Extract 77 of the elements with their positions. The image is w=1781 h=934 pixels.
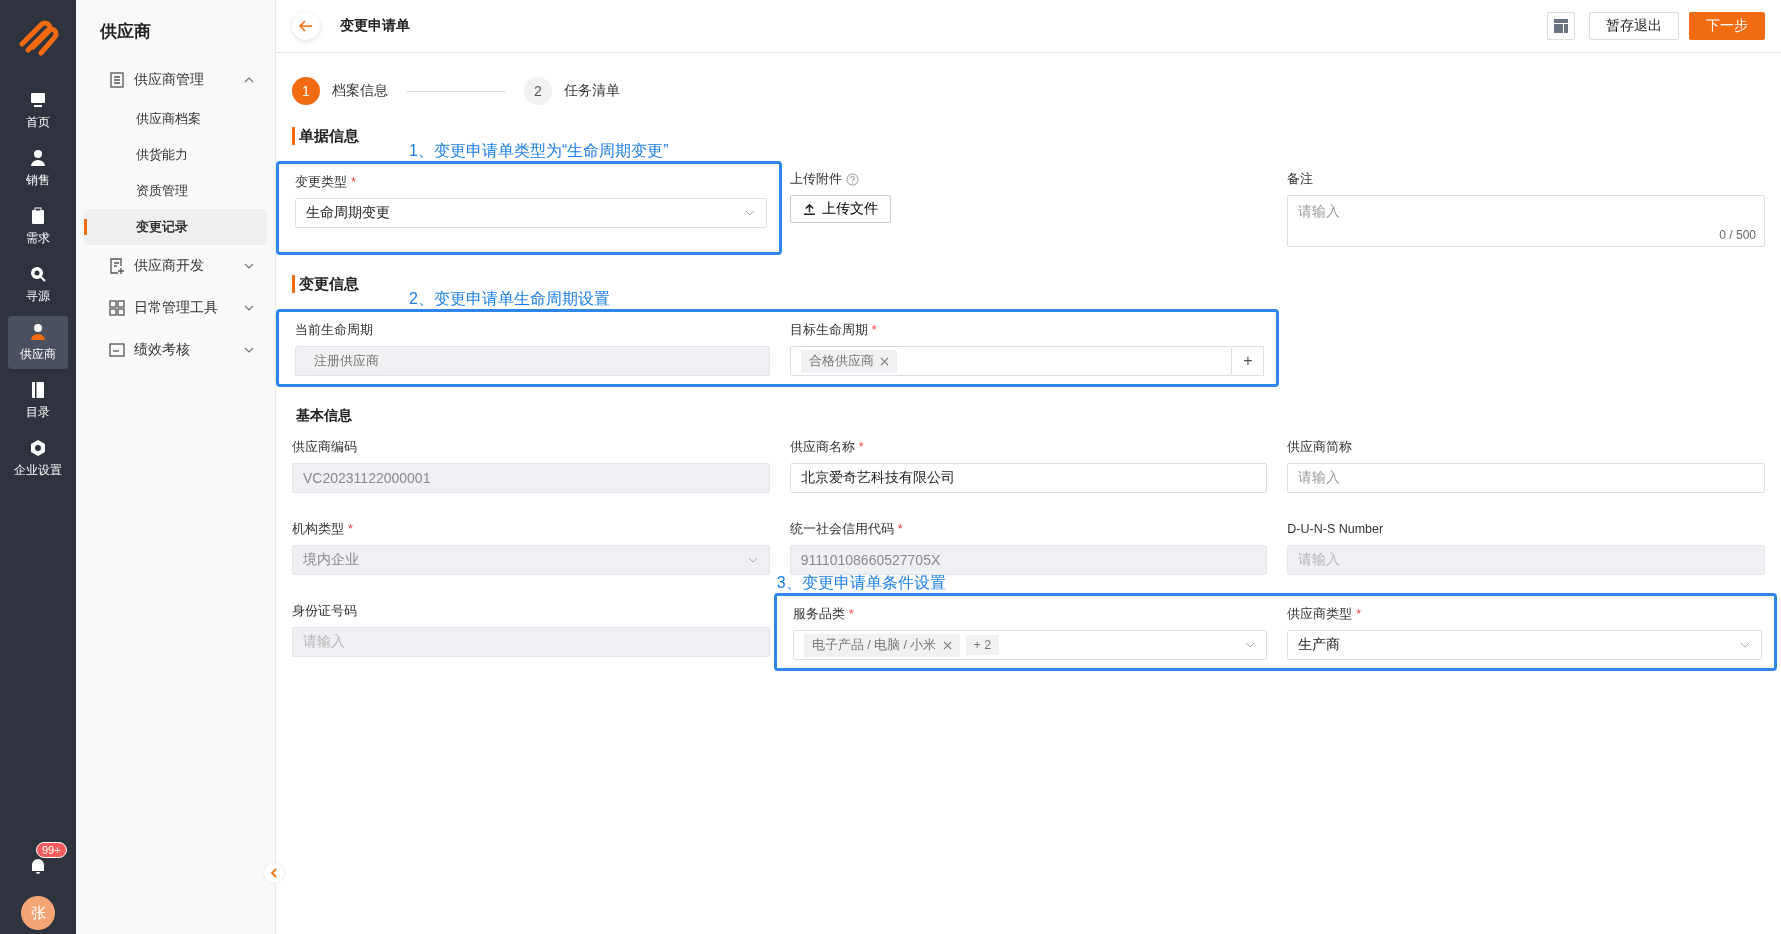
layout-button[interactable] — [1547, 12, 1575, 40]
step-label[interactable]: 档案信息 — [332, 82, 388, 100]
nav-item[interactable]: 企业设置 — [8, 432, 68, 485]
nav-icon — [28, 90, 48, 110]
step-label[interactable]: 任务清单 — [564, 82, 620, 100]
select-field[interactable]: 生产商 — [1287, 630, 1762, 660]
required-mark: * — [348, 522, 353, 536]
field-label: 供应商名称 — [789, 438, 855, 456]
required-mark: * — [351, 175, 356, 189]
field-label: 目标生命周期 — [789, 321, 868, 339]
step-number: 1 — [292, 77, 320, 105]
chevron-left-icon — [268, 867, 280, 879]
back-button[interactable] — [292, 12, 320, 40]
menu-icon — [108, 299, 126, 317]
tag: 合格供应商 — [800, 349, 897, 373]
sidebar-item[interactable]: 资质管理 — [84, 173, 267, 209]
select-field[interactable]: 电子产品 / 电脑 / 小米 + 2 — [792, 630, 1268, 660]
required-mark: * — [848, 607, 854, 621]
nav-item[interactable]: 首页 — [8, 84, 68, 137]
nav-item[interactable]: 目录 — [8, 374, 68, 427]
page-title: 变更申请单 — [340, 17, 410, 35]
char-counter: 0 / 500 — [1719, 228, 1756, 242]
section-title: 基本信息 — [296, 407, 353, 425]
field-label: D-U-N-S Number — [1287, 522, 1384, 536]
field-label: 统一社会信用代码 — [789, 520, 894, 538]
nav-item[interactable]: 需求 — [8, 200, 68, 253]
field-label: 供应商编码 — [292, 438, 357, 456]
close-icon[interactable] — [879, 356, 889, 366]
menu-icon — [108, 71, 126, 89]
menu-icon — [108, 341, 126, 359]
upload-button[interactable]: 上传文件 — [789, 195, 891, 223]
field-label: 供应商类型 — [1287, 605, 1353, 623]
sidebar-group[interactable]: 供应商开发 — [84, 245, 267, 287]
remarks-field[interactable]: 请输入 0 / 500 — [1287, 195, 1765, 247]
field-label: 备注 — [1287, 170, 1314, 188]
nav-item[interactable]: 销售 — [8, 142, 68, 195]
save-exit-button[interactable]: 暂存退出 — [1589, 12, 1679, 40]
sidebar-group[interactable]: 绩效考核 — [84, 329, 267, 371]
sidebar-title: 供应商 — [99, 21, 152, 43]
add-button[interactable]: + — [1232, 346, 1265, 376]
required-mark: * — [897, 522, 903, 536]
menu-icon — [108, 257, 126, 275]
nav-icon — [28, 322, 48, 342]
sidebar-group[interactable]: 日常管理工具 — [84, 287, 267, 329]
nav-item[interactable]: 供应商 — [8, 316, 68, 369]
notification-badge: 99+ — [36, 842, 67, 858]
sidebar-item[interactable]: 供货能力 — [84, 137, 267, 173]
input-field[interactable]: 北京爱奇艺科技有限公司 — [789, 463, 1268, 493]
tag: + 2 — [965, 635, 1000, 655]
tag-field[interactable]: 合格供应商 — [789, 346, 1233, 376]
annotation-note: 3、变更申请单条件设置 — [776, 573, 946, 593]
sidebar-item[interactable]: 供应商档案 — [84, 101, 267, 137]
close-icon[interactable] — [942, 640, 952, 650]
required-mark: * — [858, 440, 864, 454]
sidebar-group[interactable]: 供应商管理 — [84, 59, 267, 101]
step-number: 2 — [524, 77, 552, 105]
field-label: 机构类型 — [292, 520, 344, 538]
tag: 电子产品 / 电脑 / 小米 — [803, 633, 960, 657]
nav-icon — [28, 148, 48, 168]
field-label: 上传附件 — [789, 170, 842, 188]
field-label: 服务品类 — [792, 605, 845, 623]
field-label: 供应商简称 — [1287, 438, 1353, 456]
nav-item[interactable]: 寻源 — [8, 258, 68, 311]
field-label: 变更类型 — [295, 173, 347, 191]
nav-icon — [28, 438, 48, 458]
back-arrow-icon — [298, 18, 314, 34]
required-mark: * — [871, 323, 877, 337]
nav-icon — [28, 264, 48, 284]
collapse-button[interactable] — [263, 862, 285, 884]
sidebar-item[interactable]: 变更记录 — [84, 209, 267, 245]
field-label: 当前生命周期 — [295, 321, 373, 339]
select-field[interactable]: 生命周期变更 — [295, 198, 767, 228]
layout-icon — [1553, 18, 1569, 34]
required-mark: * — [1356, 607, 1362, 621]
field-label: 身份证号码 — [292, 602, 357, 620]
help-icon[interactable] — [845, 172, 859, 186]
upload-icon — [802, 202, 816, 216]
